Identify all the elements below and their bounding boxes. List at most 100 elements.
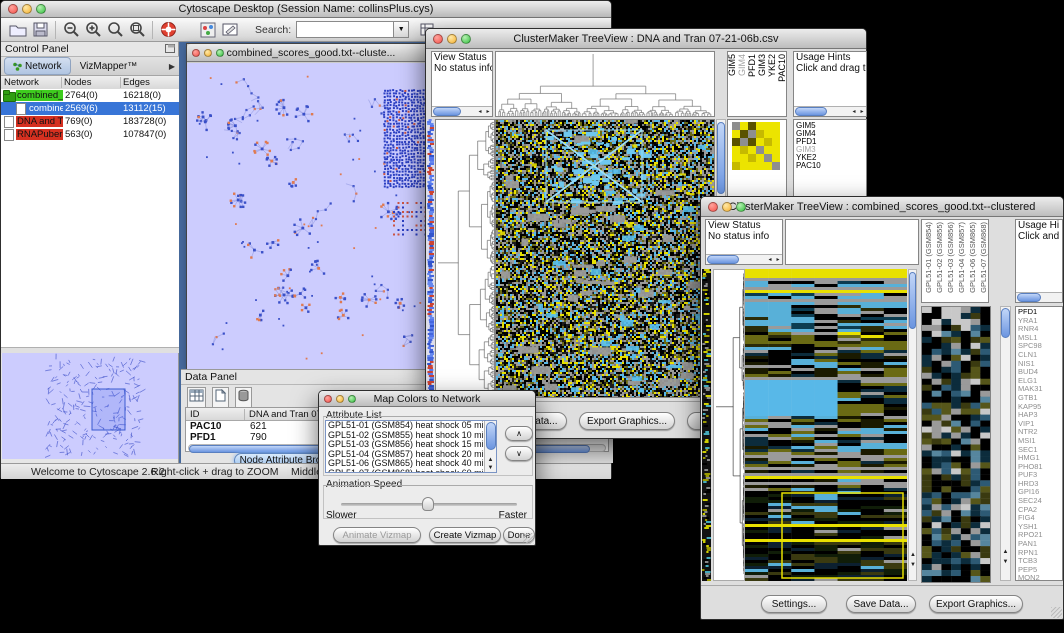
- settings-button[interactable]: Settings...: [761, 595, 827, 613]
- scroll-up-icon[interactable]: ▲: [487, 456, 495, 464]
- gene-label[interactable]: MON2: [1016, 574, 1062, 581]
- col-header-id[interactable]: ID: [186, 409, 245, 420]
- close-button[interactable]: [8, 4, 18, 14]
- resize-grip[interactable]: [523, 533, 534, 544]
- scroll-right-icon[interactable]: ▸: [858, 108, 866, 116]
- zoom-selected-icon[interactable]: [104, 20, 126, 40]
- resize-grip[interactable]: [1051, 607, 1062, 618]
- select-attributes-icon[interactable]: [187, 387, 206, 409]
- speed-slider-thumb[interactable]: [422, 497, 434, 511]
- delete-attribute-icon[interactable]: [235, 387, 252, 409]
- column-label[interactable]: PFD1: [748, 54, 757, 77]
- treeview2-heatmap[interactable]: [745, 269, 907, 581]
- tab-network[interactable]: Network: [4, 57, 71, 75]
- zoom-button[interactable]: [216, 49, 224, 57]
- close-button[interactable]: [708, 202, 718, 212]
- network-graph-canvas[interactable]: [187, 63, 435, 369]
- column-label[interactable]: GPL51-02 (GSM855): [935, 222, 944, 293]
- create-vizmap-button[interactable]: Create Vizmap: [429, 527, 501, 543]
- scroll-down-icon[interactable]: ▼: [909, 561, 917, 569]
- zoom-button[interactable]: [36, 4, 46, 14]
- treeview2-zoom-heatmap[interactable]: [921, 306, 991, 583]
- attribute-list-vscrollbar[interactable]: ▲ ▼: [484, 421, 496, 472]
- float-panel-icon[interactable]: [165, 40, 175, 58]
- save-icon[interactable]: [29, 20, 51, 40]
- network-view-titlebar[interactable]: combined_scores_good.txt--cluste...: [187, 44, 435, 62]
- open-file-icon[interactable]: [7, 20, 29, 40]
- tab-vizmapper[interactable]: VizMapper™: [71, 58, 147, 74]
- treeview2-column-tree-area[interactable]: [785, 219, 919, 265]
- column-label[interactable]: GIM5: [728, 54, 737, 76]
- close-button[interactable]: [192, 49, 200, 57]
- help-lifering-icon[interactable]: [157, 20, 179, 40]
- column-label[interactable]: GPL51-04 (GSM857): [957, 222, 966, 293]
- usage-hints-hscrollbar[interactable]: [1016, 292, 1062, 302]
- row-label[interactable]: PAC10: [794, 162, 866, 170]
- scroll-down-icon[interactable]: ▼: [487, 464, 495, 472]
- save-data-button[interactable]: Save Data...: [846, 595, 916, 613]
- attribute-listbox[interactable]: GPL51-01 (GSM854) heat shock 05 minGPL51…: [325, 420, 497, 473]
- scroll-left-icon[interactable]: ◂: [850, 108, 858, 116]
- scroll-down-icon[interactable]: ▼: [1002, 558, 1010, 566]
- close-button[interactable]: [433, 34, 443, 44]
- column-label[interactable]: GPL51-07 (GSM868): [979, 222, 988, 293]
- zoom-button[interactable]: [736, 202, 746, 212]
- vizmap-icon[interactable]: [197, 20, 219, 40]
- scroll-up-icon[interactable]: ▲: [909, 551, 917, 559]
- column-label[interactable]: GPL51-06 (GSM865): [968, 222, 977, 293]
- network-overview-thumbnail[interactable]: [2, 353, 178, 459]
- move-up-button[interactable]: ∧: [505, 426, 533, 441]
- network-table-row[interactable]: DNA and Tran 07 769(0) 183728(0): [1, 115, 179, 128]
- column-label[interactable]: GPL51-01 (GSM854): [924, 222, 933, 293]
- treeview2-titlebar[interactable]: ClusterMaker TreeView : combined_scores_…: [701, 197, 1063, 217]
- search-input[interactable]: [296, 21, 394, 38]
- treeview1-row-dendrogram[interactable]: [435, 119, 495, 398]
- minimize-button[interactable]: [447, 34, 457, 44]
- zoom-button[interactable]: [461, 34, 471, 44]
- zoom-button[interactable]: [348, 395, 356, 403]
- column-label[interactable]: GPL51-03 (GSM856): [946, 222, 955, 293]
- treeview1-heatmap[interactable]: [495, 119, 715, 398]
- attribute-item[interactable]: GPL51-07 (GSM868) heat shock 60 min: [326, 469, 496, 474]
- network-table-row[interactable]: RNAPuberNov2+ 563(0) 107847(0): [1, 128, 179, 141]
- cytoscape-titlebar[interactable]: Cytoscape Desktop (Session Name: collins…: [1, 1, 611, 18]
- zoom-in-icon[interactable]: [82, 20, 104, 40]
- view-status-hscrollbar[interactable]: ◂ ▸: [706, 254, 782, 264]
- zoom-out-icon[interactable]: [60, 20, 82, 40]
- treeview2-global-minimap[interactable]: [702, 269, 711, 581]
- network-table-row[interactable]: combined_scores_ 2764(0) 16218(0): [1, 89, 179, 102]
- scroll-left-icon[interactable]: ◂: [766, 256, 774, 264]
- treeview1-global-minimap[interactable]: [427, 119, 434, 398]
- animate-vizmap-button[interactable]: Animate Vizmap: [333, 527, 421, 543]
- zoom-fit-icon[interactable]: [126, 20, 148, 40]
- scroll-up-icon[interactable]: ▲: [1002, 548, 1010, 556]
- minimize-button[interactable]: [204, 49, 212, 57]
- map-dialog-titlebar[interactable]: Map Colors to Network: [319, 391, 535, 407]
- export-graphics-button[interactable]: Export Graphics...: [579, 412, 675, 430]
- close-button[interactable]: [324, 395, 332, 403]
- scroll-right-icon[interactable]: ▸: [484, 108, 492, 116]
- column-label[interactable]: GIM3: [758, 54, 767, 76]
- column-label[interactable]: PAC10: [778, 54, 787, 82]
- minimize-button[interactable]: [722, 202, 732, 212]
- treeview1-titlebar[interactable]: ClusterMaker TreeView : DNA and Tran 07-…: [426, 29, 866, 49]
- treeview2-zoom-vscrollbar[interactable]: ▲ ▼: [1000, 306, 1011, 581]
- treeview1-zoom-matrix[interactable]: [732, 122, 780, 170]
- usage-hints-hscrollbar[interactable]: ◂ ▸: [794, 106, 866, 116]
- column-label[interactable]: YKE2: [768, 54, 777, 77]
- tab-overflow-button[interactable]: ▶: [169, 62, 175, 71]
- column-label[interactable]: GIM4: [738, 54, 747, 76]
- scroll-right-icon[interactable]: ▸: [774, 256, 782, 264]
- treeview2-row-dendrogram[interactable]: [713, 269, 745, 581]
- treeview2-vscrollbar[interactable]: ▲ ▼: [908, 269, 917, 581]
- export-graphics-button[interactable]: Export Graphics...: [929, 595, 1023, 613]
- network-table-header[interactable]: Network Nodes Edges: [1, 76, 179, 90]
- view-status-hscrollbar[interactable]: ◂ ▸: [432, 106, 492, 116]
- annotation-icon[interactable]: [219, 20, 241, 40]
- treeview1-column-dendrogram[interactable]: [495, 51, 715, 117]
- search-dropdown-arrow[interactable]: ▼: [394, 21, 409, 38]
- move-down-button[interactable]: ∨: [505, 446, 533, 461]
- minimize-button[interactable]: [336, 395, 344, 403]
- network-table-row[interactable]: combined_sco 2569(6) 13112(15): [1, 102, 179, 115]
- minimize-button[interactable]: [22, 4, 32, 14]
